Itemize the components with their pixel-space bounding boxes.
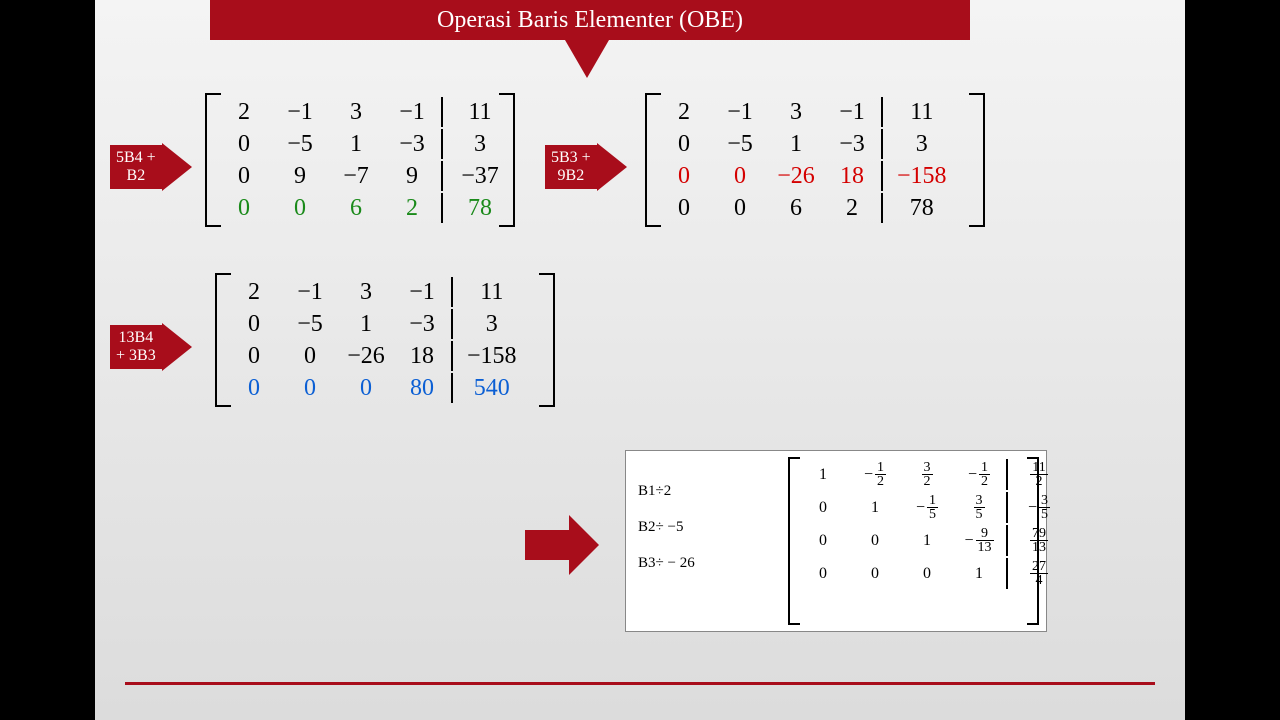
matrix-2: 2−13−1110−51−3300−2618−158006278 — [655, 95, 975, 225]
arrow-right-icon — [525, 530, 569, 560]
divider — [125, 682, 1155, 685]
title-bar: Operasi Baris Elementer (OBE) — [210, 0, 970, 40]
arrow-down-icon — [565, 40, 609, 78]
matrix-1: 2−13−1110−51−3309−79−37006278 — [215, 95, 505, 225]
row-op-3: 13B4+ 3B3 — [110, 325, 162, 369]
row-op-1: 5B4 +B2 — [110, 145, 162, 189]
fraction-result: B1÷2 B2÷ −5 B3÷ − 26 1−1232−1211201−1535… — [625, 450, 1047, 632]
slide: Operasi Baris Elementer (OBE) 5B4 +B2 2−… — [95, 0, 1185, 720]
row-op-4: B1÷2 B2÷ −5 B3÷ − 26 — [638, 473, 695, 581]
row-op-2: 5B3 +9B2 — [545, 145, 597, 189]
matrix-3: 2−13−1110−51−3300−2618−15800080540 — [225, 275, 545, 405]
matrix-4: 1−1232−1211201−1535−35001−91379130001274 — [796, 457, 1031, 625]
